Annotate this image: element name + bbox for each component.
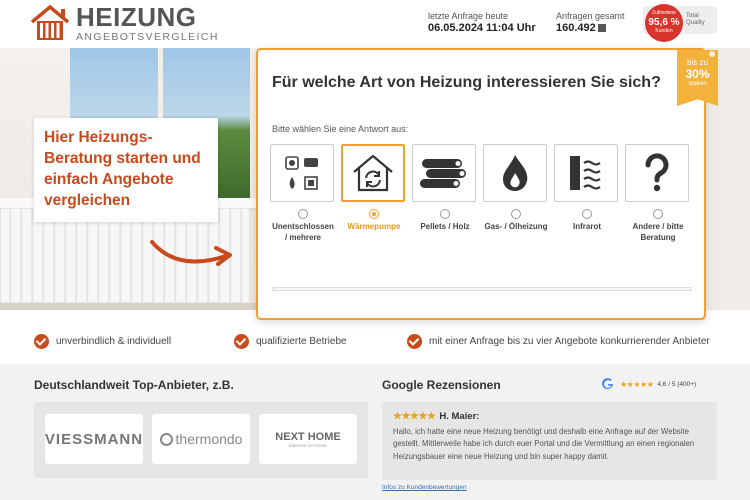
- wood-logs-icon: [420, 159, 466, 188]
- option-label: Gas- / Ölheizung: [484, 222, 548, 231]
- heating-type-form: Für welche Art von Heizung interessieren…: [256, 48, 718, 320]
- radio-button[interactable]: [653, 209, 663, 219]
- quality-label: Total Quality: [686, 13, 705, 26]
- option-pellets[interactable]: Pellets / Holz: [412, 144, 478, 233]
- thermondo-ring-icon: [159, 432, 173, 446]
- thermondo-logo: thermondo: [152, 414, 250, 464]
- radio-button[interactable]: [369, 209, 379, 219]
- review-card: ★★★★★ H. Maier: Hallo, ich hatte eine ne…: [382, 402, 717, 480]
- check-icon: [234, 334, 249, 349]
- form-question: Für welche Art von Heizung interessieren…: [272, 74, 661, 91]
- option-card[interactable]: [412, 144, 476, 202]
- option-card[interactable]: [554, 144, 618, 202]
- review-text: Hallo, ich hatte eine neue Heizung benöt…: [393, 427, 695, 461]
- benefit-text: qualifizierte Betriebe: [256, 336, 347, 347]
- check-icon: [34, 334, 49, 349]
- option-infrared[interactable]: Infrarot: [554, 144, 620, 233]
- satisfaction-seal: Zufriedene 95,6 % Kunden: [645, 4, 683, 42]
- total-requests-value: 160.492: [556, 22, 596, 34]
- badge-bottom: sparen: [688, 81, 707, 87]
- savings-badge: bis zu 30% sparen: [677, 50, 718, 106]
- badge-close-icon[interactable]: [709, 51, 715, 57]
- option-card[interactable]: [270, 144, 334, 202]
- multiple-heating-icon: [285, 156, 318, 190]
- benefit-item: qualifizierte Betriebe: [234, 334, 347, 349]
- providers-logos: VIESSMANN thermondo NEXT HOME ENERGIE SY…: [34, 402, 368, 478]
- next-home-text: NEXT HOME: [275, 430, 341, 443]
- last-request-stat: letzte Anfrage heute 06.05.2024 11:04 Uh…: [428, 11, 536, 34]
- form-instruction: Bitte wählen Sie eine Antwort aus:: [272, 124, 409, 134]
- flame-icon: [503, 155, 528, 191]
- next-home-subtext: ENERGIE SYSTEME: [288, 442, 328, 448]
- option-label: Pellets / Holz: [420, 222, 470, 231]
- check-icon: [407, 334, 422, 349]
- option-card[interactable]: [483, 144, 547, 202]
- option-undecided[interactable]: Unentschlossen / mehrere: [270, 144, 336, 244]
- option-card[interactable]: [625, 144, 689, 202]
- benefit-text: unverbindlich & individuell: [56, 336, 172, 347]
- reviews-info-link[interactable]: Infos zu Kundenbewertungen: [382, 484, 467, 491]
- last-request-value: 06.05.2024 11:04 Uhr: [428, 22, 536, 34]
- total-requests-stat: Anfragen gesamt 160.492: [556, 11, 625, 34]
- option-label: Wärmepumpe: [347, 222, 401, 231]
- providers-title: Deutschlandweit Top-Anbieter, z.B.: [34, 378, 234, 392]
- benefits-bar: unverbindlich & individuell qualifiziert…: [0, 328, 750, 358]
- radio-button[interactable]: [298, 209, 308, 219]
- next-home-logo: NEXT HOME ENERGIE SYSTEME: [259, 414, 357, 464]
- benefit-item: mit einer Anfrage bis zu vier Angebote k…: [407, 334, 710, 349]
- seal-percent: 95,6 %: [648, 17, 680, 28]
- google-rating[interactable]: ★★★★★ 4,6 / 5 (400+): [602, 378, 696, 390]
- site-header: HEIZUNG ANGEBOTSVERGLEICH letzte Anfrage…: [0, 0, 750, 48]
- radio-button[interactable]: [511, 209, 521, 219]
- radiator-house-logo-icon: [30, 4, 70, 41]
- review-stars-icon: ★★★★★: [393, 411, 436, 422]
- total-requests-label: Anfragen gesamt: [556, 11, 625, 21]
- heating-options: Unentschlossen / mehrere Wärmepumpe Pell…: [270, 144, 696, 254]
- form-progress-bar: [272, 287, 692, 291]
- review-author: H. Maier:: [439, 411, 480, 422]
- infrared-icon: [570, 156, 601, 190]
- radio-button[interactable]: [582, 209, 592, 219]
- thermondo-text: thermondo: [175, 431, 243, 447]
- external-link-icon[interactable]: [597, 24, 606, 32]
- rating-stars-icon: ★★★★★: [620, 379, 654, 389]
- hero-headline-box: Hier Heizungs-Beratung starten und einfa…: [34, 118, 218, 222]
- site-logo[interactable]: HEIZUNG ANGEBOTSVERGLEICH: [30, 4, 219, 43]
- logo-title: HEIZUNG: [76, 2, 197, 32]
- heat-pump-icon: [353, 154, 393, 192]
- option-other[interactable]: Andere / bitte Beratung: [625, 144, 691, 244]
- seal-bottom-text: Kunden: [655, 28, 673, 34]
- badge-top: bis zu: [687, 58, 708, 67]
- option-gas-oil[interactable]: Gas- / Ölheizung: [483, 144, 549, 233]
- option-label: Andere / bitte Beratung: [632, 222, 684, 242]
- hero-headline: Hier Heizungs-Beratung starten und einfa…: [44, 129, 201, 209]
- logo-subtitle: ANGEBOTSVERGLEICH: [76, 31, 219, 43]
- question-mark-icon: [645, 153, 669, 192]
- badge-value: 30%: [685, 67, 710, 81]
- rating-text: 4,6 / 5 (400+): [657, 380, 697, 388]
- benefit-text: mit einer Anfrage bis zu vier Angebote k…: [429, 336, 710, 347]
- option-heat-pump[interactable]: Wärmepumpe: [341, 144, 407, 233]
- last-request-label: letzte Anfrage heute: [428, 11, 509, 21]
- curved-arrow-icon: [150, 240, 232, 266]
- quality-seal[interactable]: Zufriedene 95,6 % Kunden Total Quality: [643, 4, 717, 42]
- option-label: Infrarot: [573, 222, 601, 231]
- seal-top-text: Zufriedene: [652, 10, 676, 16]
- bottom-section: Deutschlandweit Top-Anbieter, z.B. VIESS…: [0, 364, 750, 500]
- viessmann-text: VIESSMANN: [44, 430, 144, 448]
- benefit-item: unverbindlich & individuell: [34, 334, 171, 349]
- google-icon: [602, 378, 613, 390]
- viessmann-logo: VIESSMANN: [45, 414, 143, 464]
- radio-button[interactable]: [440, 209, 450, 219]
- option-label: Unentschlossen / mehrere: [272, 222, 334, 242]
- reviews-title: Google Rezensionen: [382, 378, 501, 392]
- option-card[interactable]: [341, 144, 405, 202]
